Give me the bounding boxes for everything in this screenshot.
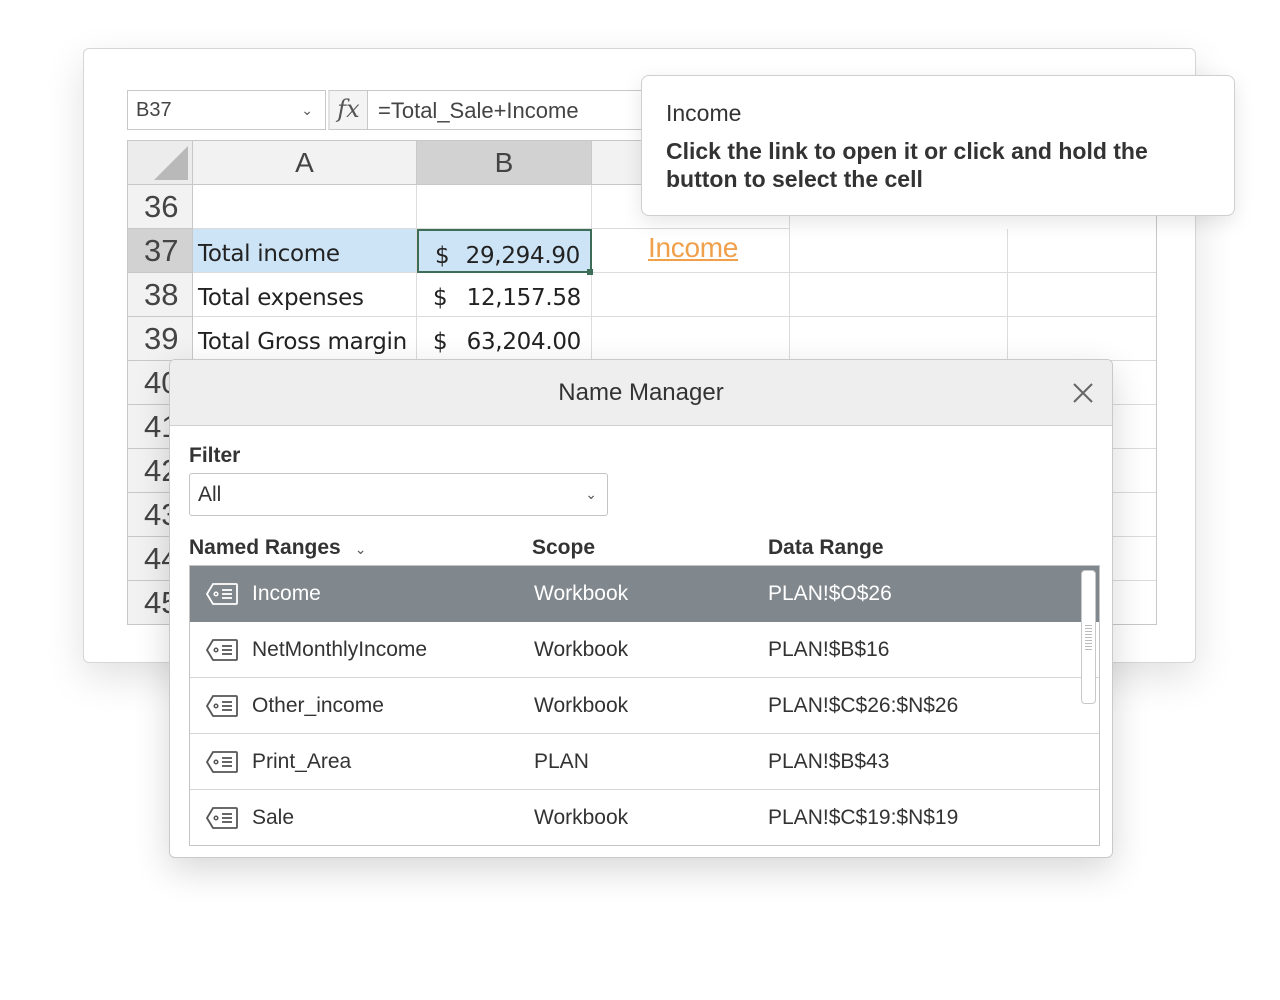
cell-d38[interactable] [790,273,1008,317]
row-header[interactable]: 38 [128,273,193,317]
chevron-down-icon: ⌄ [585,486,597,502]
currency-symbol: $ [433,285,448,311]
fill-handle[interactable] [587,269,593,275]
table-row[interactable]: Print_Area PLAN PLAN!$B$43 [190,734,1099,790]
range-scope: Workbook [534,806,629,829]
named-ranges-header[interactable]: Named Ranges ⌄ [189,536,366,560]
close-icon[interactable] [1066,376,1100,410]
filter-value: All [198,483,222,506]
named-ranges-table: Income Workbook PLAN!$O$26 NetMonthlyInc… [189,565,1100,846]
range-scope: PLAN [534,750,589,773]
name-manager-dialog: Name Manager Filter All ⌄ Named Ranges ⌄ … [169,359,1113,858]
cell-c39[interactable] [592,317,790,361]
cell-b39[interactable]: $ 63,204.00 [417,317,592,361]
cell-c38[interactable] [592,273,790,317]
range-scope: Workbook [534,582,629,605]
cell-e39[interactable] [1008,317,1156,361]
column-header-a[interactable]: A [193,141,417,185]
range-reference: PLAN!$B$16 [768,638,890,661]
table-row[interactable]: Other_income Workbook PLAN!$C$26:$N$26 [190,678,1099,734]
chevron-down-icon[interactable]: ⌄ [301,91,313,129]
cell-e37[interactable] [1008,229,1156,273]
table-scrollbar[interactable] [1081,570,1096,704]
row-header[interactable]: 37 [128,229,193,273]
cell-a37[interactable]: Total income [193,229,417,273]
named-ranges-header-label: Named Ranges [189,536,341,559]
cell-a39[interactable]: Total Gross margin [193,317,417,361]
cell-e38[interactable] [1008,273,1156,317]
filter-label: Filter [189,444,241,467]
row-header[interactable]: 39 [128,317,193,361]
scope-header: Scope [532,536,596,559]
range-name: Print_Area [252,750,352,773]
column-header-b[interactable]: B [417,141,592,185]
range-name: Other_income [252,694,384,717]
table-row[interactable]: Sale Workbook PLAN!$C$19:$N$19 [190,790,1099,845]
cell-value: 12,157.58 [466,285,582,311]
range-reference: PLAN!$O$26 [768,582,892,605]
cell-d37[interactable] [790,229,1008,273]
tooltip-title: Income [666,100,742,126]
range-scope: Workbook [534,638,629,661]
name-box[interactable]: B37 ⌄ [127,90,326,130]
named-range-tag-icon [206,807,238,829]
named-range-tag-icon [206,583,238,605]
dialog-header: Name Manager [170,360,1112,426]
range-scope: Workbook [534,694,629,717]
row-header[interactable]: 36 [128,185,193,229]
insert-function-button[interactable]: fx [328,90,368,130]
filter-select[interactable]: All ⌄ [189,473,608,516]
range-name: Sale [252,806,295,829]
named-range-tag-icon [206,639,238,661]
name-box-value: B37 [136,99,172,121]
hyperlink-tooltip: Income Click the link to open it or clic… [641,75,1235,216]
range-reference: PLAN!$C$19:$N$19 [768,806,959,829]
cell-b36[interactable] [417,185,592,229]
range-reference: PLAN!$B$43 [768,750,890,773]
dialog-title: Name Manager [558,379,724,406]
cell-a38[interactable]: Total expenses [193,273,417,317]
cell-c37[interactable]: Income [592,229,790,273]
named-range-tag-icon [206,695,238,717]
cell-b38[interactable]: $ 12,157.58 [417,273,592,317]
table-row[interactable]: Income Workbook PLAN!$O$26 [190,566,1099,622]
cell-b37[interactable]: $ 29,294.90 [417,229,592,273]
tooltip-body: Click the link to open it or click and h… [666,138,1148,192]
scrollbar-grip[interactable] [1085,625,1092,651]
table-row[interactable]: NetMonthlyIncome Workbook PLAN!$B$16 [190,622,1099,678]
chevron-down-icon[interactable]: ⌄ [355,541,367,557]
cell-a36[interactable] [193,185,417,229]
data-range-header: Data Range [768,536,884,559]
range-name: NetMonthlyIncome [252,638,428,661]
select-all-corner[interactable] [128,141,193,185]
named-range-tag-icon [206,751,238,773]
formula-input[interactable]: =Total_Sale+Income [368,90,648,130]
close-icon-glyph [1073,383,1093,403]
cell-d39[interactable] [790,317,1008,361]
income-hyperlink[interactable]: Income [648,223,738,273]
range-name: Income [252,582,321,605]
range-reference: PLAN!$C$26:$N$26 [768,694,959,717]
